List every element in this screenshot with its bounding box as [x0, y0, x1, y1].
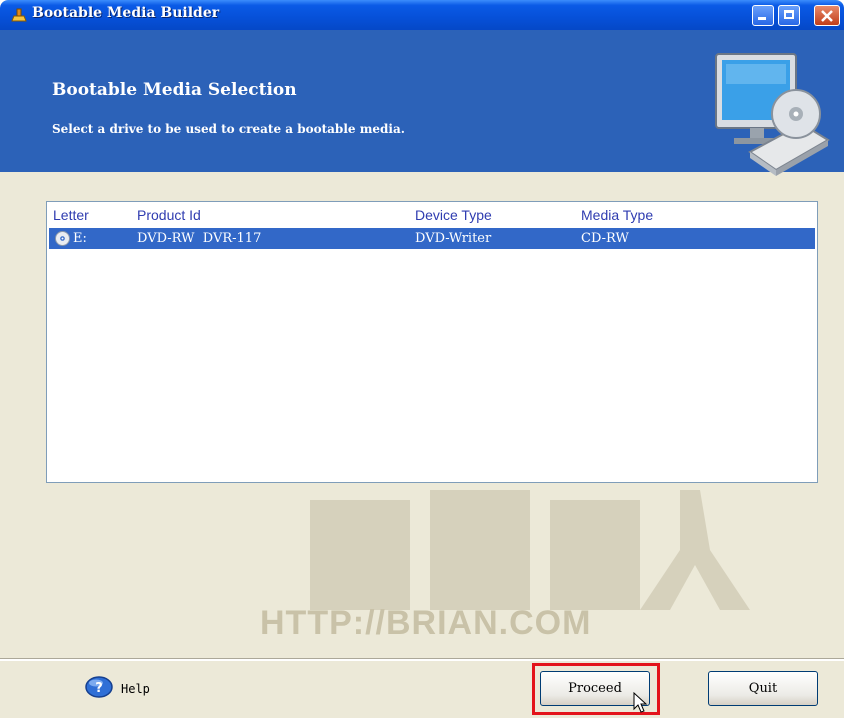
close-button[interactable] — [814, 5, 840, 26]
app-icon — [11, 8, 27, 22]
drive-list[interactable]: Letter Product Id Device Type Media Type… — [46, 201, 818, 483]
list-item[interactable]: E: DVD-RW DVR-117 DVD-Writer CD-RW — [49, 228, 815, 249]
maximize-button[interactable] — [778, 5, 800, 26]
media-type: CD-RW — [581, 231, 629, 246]
header-subtitle: Select a drive to be used to create a bo… — [52, 122, 405, 136]
watermark-url: HTTP://BRIAN.COM — [260, 604, 592, 642]
product-id: DVD-RW DVR-117 — [137, 231, 262, 246]
drive-letter: E: — [73, 231, 87, 246]
svg-text:?: ? — [95, 681, 103, 696]
mouse-cursor-icon — [633, 692, 647, 713]
column-header-product-id[interactable]: Product Id — [137, 207, 201, 223]
column-header-device-type[interactable]: Device Type — [415, 207, 492, 223]
quit-button[interactable]: Quit — [708, 671, 818, 706]
app-window: Bootable Media Builder Bootable Media Se… — [0, 0, 844, 718]
header-title: Bootable Media Selection — [52, 80, 297, 100]
column-header-media-type[interactable]: Media Type — [581, 207, 653, 223]
optical-disc-icon — [55, 231, 70, 246]
monitor-with-disc-icon — [715, 53, 830, 176]
column-header-letter[interactable]: Letter — [53, 207, 89, 223]
close-icon — [821, 10, 833, 22]
help-icon[interactable]: ? — [84, 676, 114, 698]
list-header: Letter Product Id Device Type Media Type — [47, 202, 817, 228]
footer-divider — [0, 658, 844, 661]
title-bar[interactable]: Bootable Media Builder — [0, 0, 844, 30]
help-link[interactable]: Help — [121, 682, 150, 696]
device-type: DVD-Writer — [415, 231, 492, 246]
window-title: Bootable Media Builder — [32, 5, 220, 21]
quit-button-label: Quit — [748, 681, 778, 696]
minimize-button[interactable] — [752, 5, 774, 26]
